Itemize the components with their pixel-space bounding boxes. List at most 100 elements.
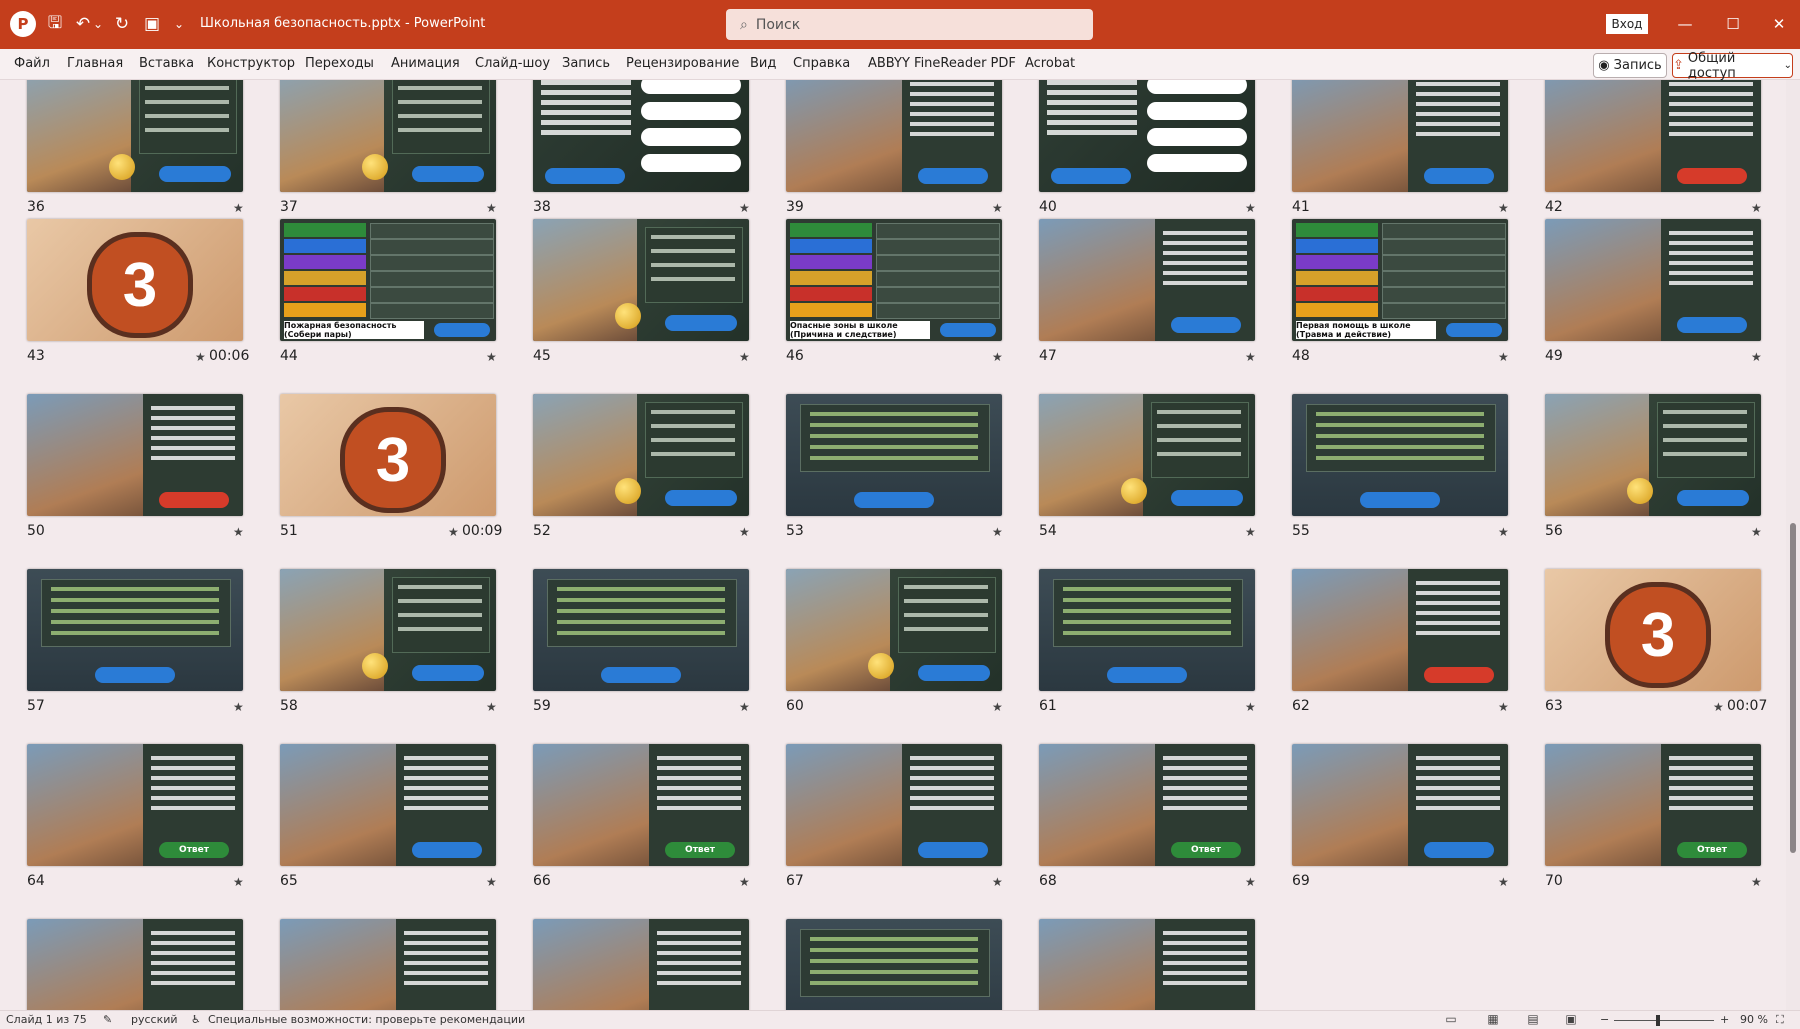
tab-abbyy[interactable]: ABBYY FineReader PDF (868, 56, 1016, 71)
coin-icon (1627, 478, 1653, 504)
tab-home[interactable]: Главная (67, 56, 123, 71)
text-line (651, 438, 735, 442)
text-line (657, 796, 741, 800)
slide-thumbnail[interactable] (280, 919, 496, 1010)
zoom-out-button[interactable]: − (1600, 1013, 1609, 1026)
slide-thumbnail[interactable]: 3 (1545, 569, 1761, 691)
scrollbar-thumb[interactable] (1790, 523, 1796, 853)
pair-left-item (284, 239, 366, 253)
tab-insert[interactable]: Вставка (139, 56, 194, 71)
maximize-icon[interactable]: ☐ (1718, 12, 1748, 36)
reading-view-icon[interactable]: ▤ (1524, 1012, 1542, 1026)
slide-thumbnail[interactable] (1039, 80, 1255, 192)
spellcheck-icon[interactable]: ✎ (103, 1013, 112, 1026)
text-line (1669, 281, 1753, 285)
slide-thumbnail[interactable] (786, 919, 1002, 1010)
slide-thumbnail[interactable] (786, 80, 1002, 192)
undo-icon[interactable]: ↶ (74, 10, 92, 38)
slide-thumbnail[interactable]: Ответ (533, 744, 749, 866)
slide-thumbnail[interactable] (280, 569, 496, 691)
tab-help[interactable]: Справка (793, 56, 850, 71)
slide-sorter-view-icon[interactable]: ▦ (1484, 1012, 1502, 1026)
slide-thumbnail[interactable] (1039, 569, 1255, 691)
slide-thumbnail[interactable]: 3 (280, 394, 496, 516)
pair-left-item (1296, 271, 1378, 285)
vertical-scrollbar[interactable] (1786, 80, 1800, 1010)
transition-star-icon: ★ (1245, 350, 1256, 364)
close-icon[interactable]: ✕ (1764, 12, 1794, 36)
undo-dropdown-icon[interactable]: ⌄ (92, 10, 104, 38)
slide-thumbnail[interactable] (1039, 219, 1255, 341)
slide-thumbnail[interactable] (27, 569, 243, 691)
slide-thumbnail[interactable] (786, 569, 1002, 691)
coin-icon (615, 303, 641, 329)
slide-thumbnail[interactable]: Пожарная безопасность (Собери пары) (280, 219, 496, 341)
slide-thumbnail[interactable] (1292, 569, 1508, 691)
transition-star-icon: ★ (233, 201, 244, 215)
normal-view-icon[interactable]: ▭ (1442, 1012, 1460, 1026)
slide-thumbnail[interactable] (1545, 80, 1761, 192)
slide-thumbnail[interactable]: Ответ (1545, 744, 1761, 866)
zoom-slider-knob[interactable] (1656, 1015, 1660, 1026)
slide-thumbnail[interactable] (1545, 394, 1761, 516)
slide-thumbnail[interactable]: 3 (27, 219, 243, 341)
slide-thumbnail[interactable] (533, 219, 749, 341)
tab-slideshow[interactable]: Слайд-шоу (475, 56, 550, 71)
slide-thumbnail[interactable] (1292, 80, 1508, 192)
slide-thumbnail[interactable] (533, 569, 749, 691)
slide-thumbnail[interactable]: Ответ (1039, 744, 1255, 866)
signin-button[interactable]: Вход (1606, 14, 1648, 34)
slide-thumbnail[interactable] (280, 80, 496, 192)
slide-thumbnail[interactable] (533, 919, 749, 1010)
search-box[interactable]: ⌕ Поиск (726, 9, 1093, 40)
text-line (657, 971, 741, 975)
slide-thumbnail[interactable] (1545, 219, 1761, 341)
slide-thumbnail[interactable] (27, 80, 243, 192)
slide-thumbnail[interactable] (1292, 744, 1508, 866)
customize-qat-icon[interactable]: ⌄ (172, 10, 186, 38)
transition-star-icon: ★ (1498, 350, 1509, 364)
transition-star-icon: ★ (1498, 201, 1509, 215)
share-button[interactable]: ⇪ Общий доступ ⌄ (1672, 51, 1793, 81)
next-arrow-button (1171, 317, 1241, 333)
slide-thumbnail[interactable]: Опасные зоны в школе (Причина и следстви… (786, 219, 1002, 341)
tab-transitions[interactable]: Переходы (305, 56, 374, 71)
slide-thumbnail[interactable]: Первая помощь в школе (Травма и действие… (1292, 219, 1508, 341)
tab-acrobat[interactable]: Acrobat (1025, 56, 1075, 71)
text-line (557, 587, 725, 591)
slide-thumbnail[interactable] (1039, 394, 1255, 516)
accessibility-status[interactable]: Специальные возможности: проверьте реком… (208, 1013, 525, 1026)
tab-view[interactable]: Вид (750, 56, 776, 71)
record-button[interactable]: ◉ Запись (1593, 53, 1667, 78)
slide-thumbnail[interactable] (280, 744, 496, 866)
slide-thumbnail[interactable] (533, 80, 749, 192)
tab-record[interactable]: Запись (562, 56, 610, 71)
slideshow-view-icon[interactable]: ▣ (1562, 1012, 1580, 1026)
slide-thumbnail[interactable] (786, 394, 1002, 516)
tab-review[interactable]: Рецензирование (626, 56, 739, 71)
slide-thumbnail[interactable] (1039, 919, 1255, 1010)
save-icon[interactable]: 🖫 (44, 10, 66, 38)
tab-animations[interactable]: Анимация (391, 56, 460, 71)
tab-file[interactable]: Файл (14, 56, 50, 71)
pair-left-item (1296, 287, 1378, 301)
slide-thumbnail[interactable] (533, 394, 749, 516)
zoom-in-button[interactable]: + (1720, 1013, 1729, 1026)
zoom-level[interactable]: 90 % (1740, 1013, 1768, 1026)
slide-thumbnail[interactable] (27, 394, 243, 516)
coin-icon (362, 154, 388, 180)
text-line (1416, 102, 1500, 106)
slide-thumbnail[interactable] (786, 744, 1002, 866)
start-slideshow-icon[interactable]: ▣ (142, 10, 162, 38)
fit-to-window-icon[interactable]: ⛶ (1776, 1013, 1784, 1027)
slide-thumbnail[interactable]: Ответ (27, 744, 243, 866)
zoom-slider[interactable] (1614, 1020, 1714, 1021)
next-arrow-button (940, 323, 996, 337)
minimize-icon[interactable]: — (1670, 12, 1700, 36)
language-label[interactable]: русский (131, 1013, 178, 1026)
redo-icon[interactable]: ↻ (112, 10, 132, 38)
text-line (398, 627, 482, 631)
slide-thumbnail[interactable] (27, 919, 243, 1010)
tab-design[interactable]: Конструктор (207, 56, 295, 71)
slide-thumbnail[interactable] (1292, 394, 1508, 516)
